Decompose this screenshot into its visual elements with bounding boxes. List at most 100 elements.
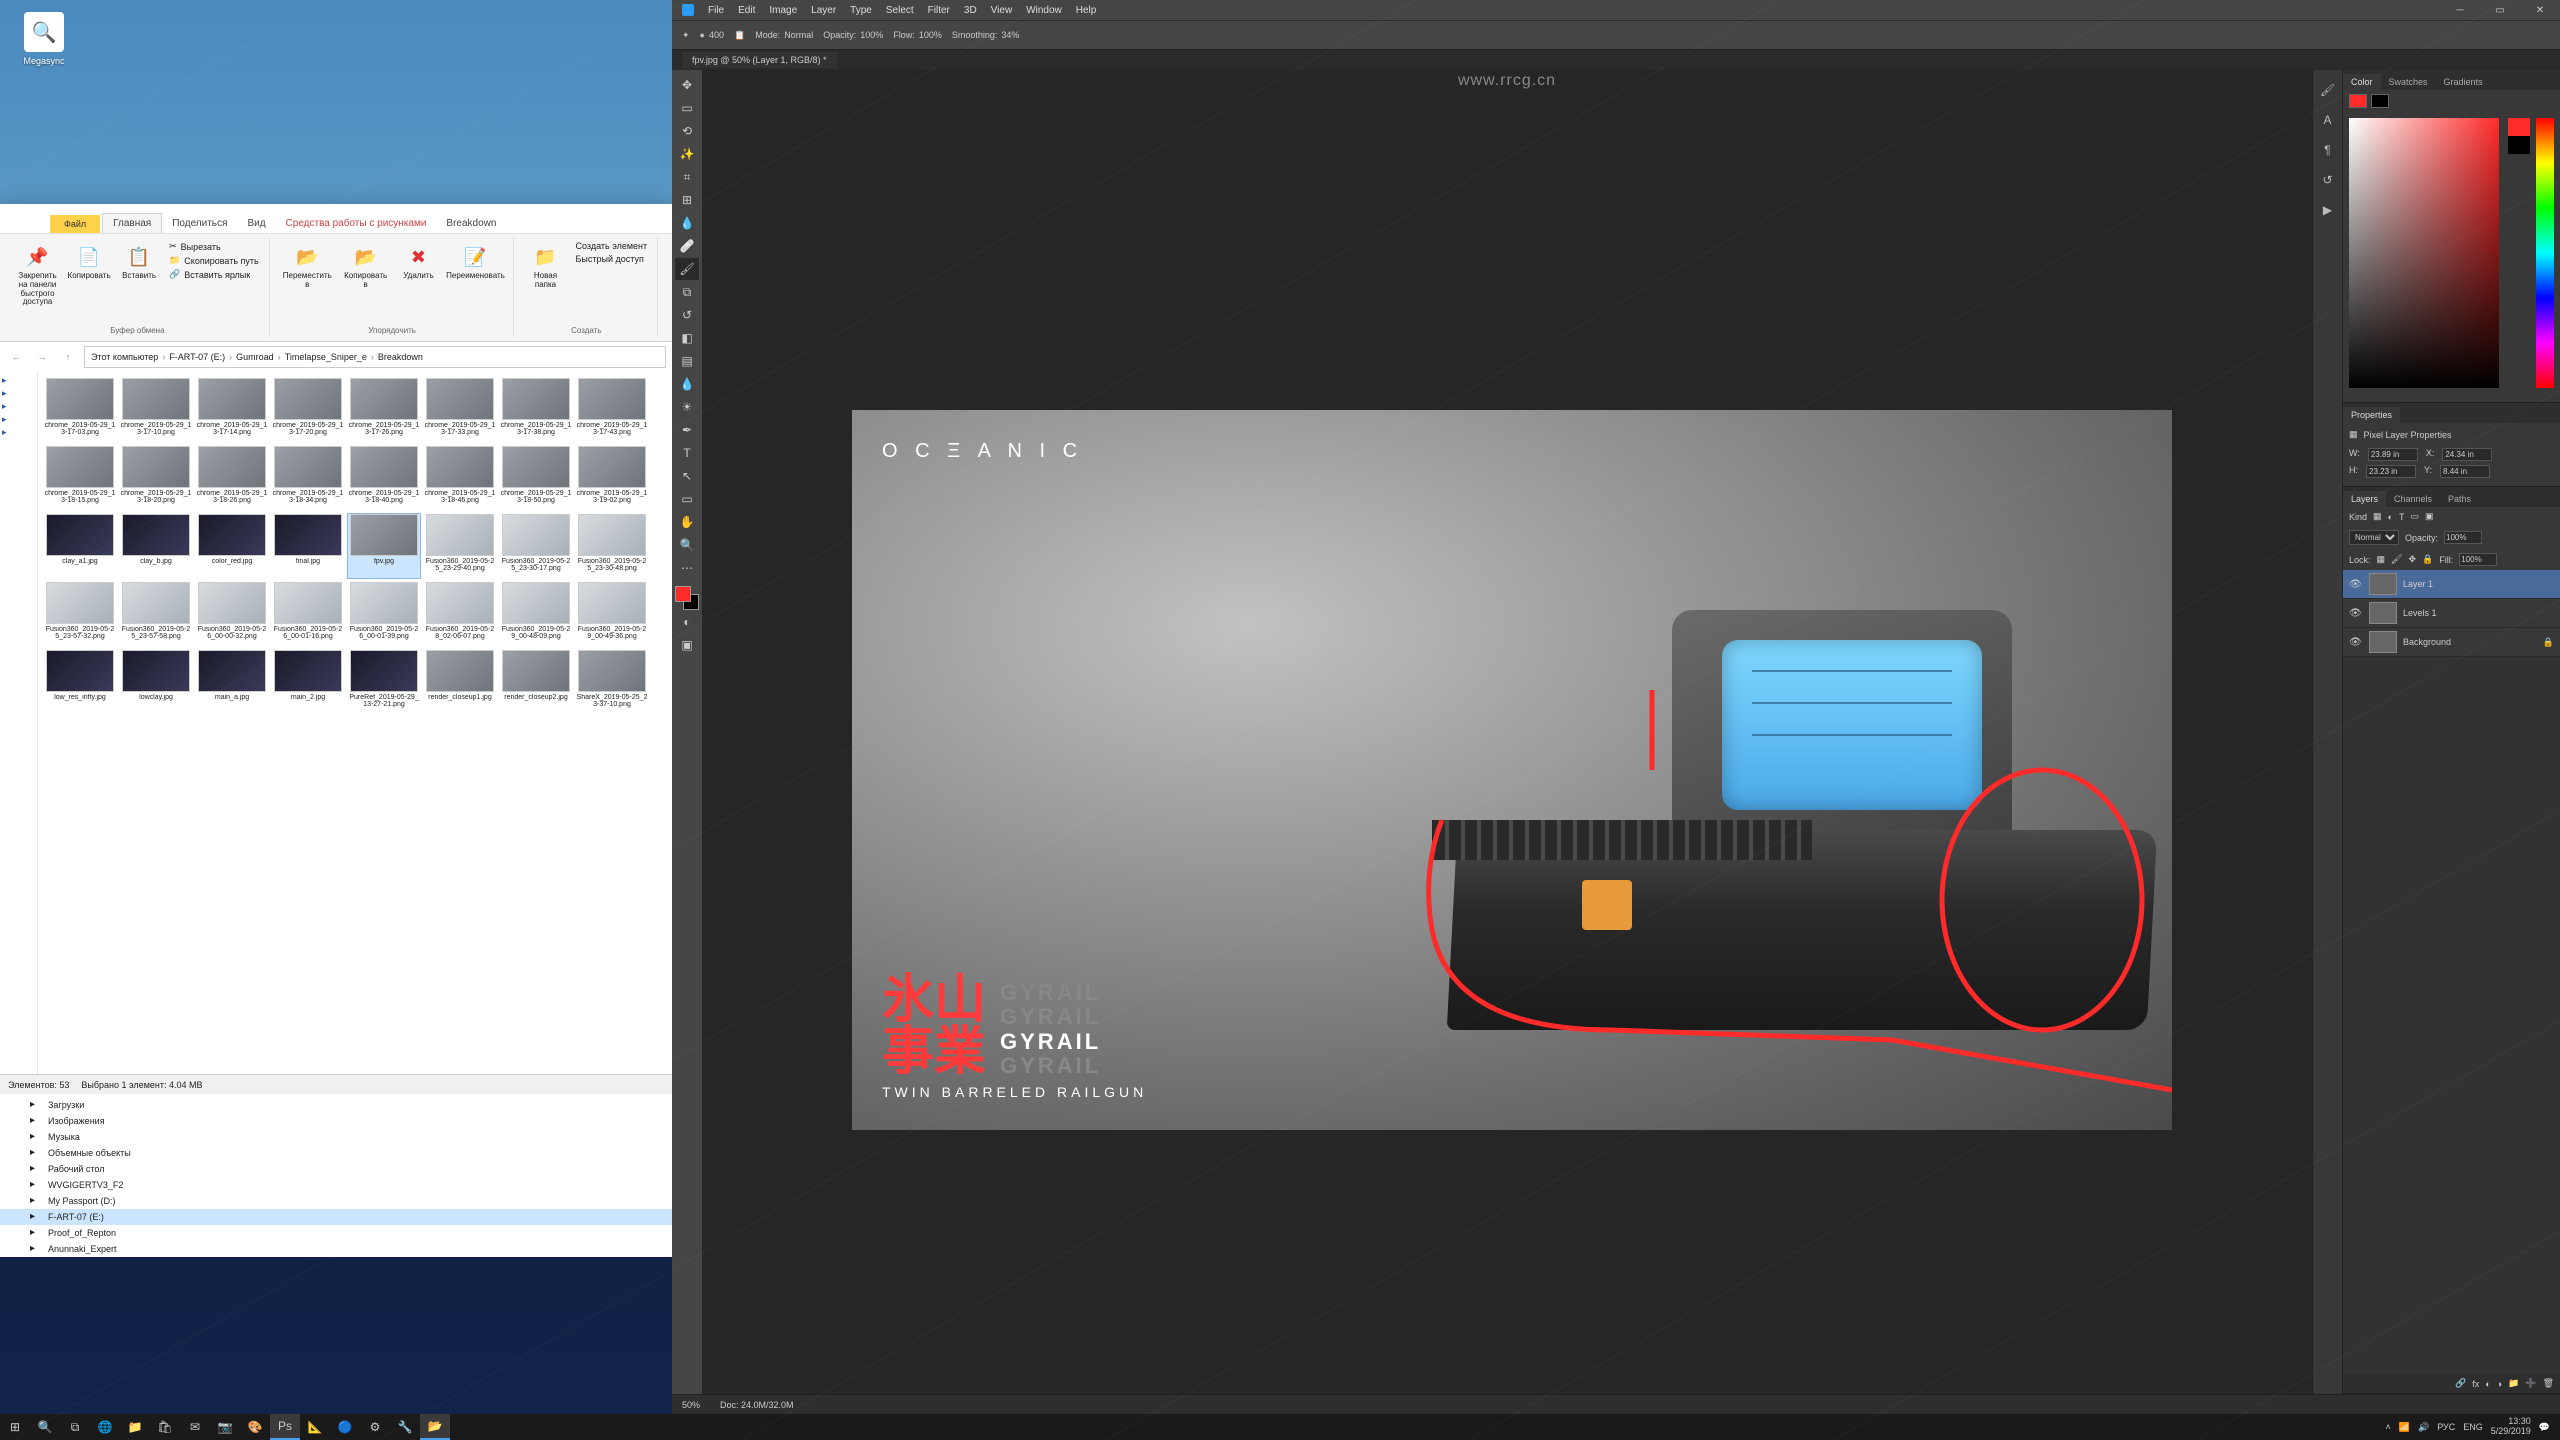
crumb-folder3[interactable]: Breakdown: [378, 352, 423, 362]
taskview-button[interactable]: ⧉: [60, 1414, 90, 1440]
tb-explorer-open[interactable]: 📂: [420, 1414, 450, 1440]
copy-to-button[interactable]: 📂Копировать в: [339, 240, 393, 294]
file-thumb[interactable]: clay_a1.jpg: [44, 514, 116, 578]
lock-trans-icon[interactable]: ▦: [2377, 554, 2386, 565]
color-swatches[interactable]: [675, 586, 699, 610]
layer-blend-select[interactable]: Normal: [2349, 530, 2399, 545]
menu-file[interactable]: File: [708, 5, 724, 16]
stamp-tool[interactable]: ⧉: [675, 281, 699, 303]
easy-access-button[interactable]: Быстрый доступ: [572, 253, 652, 265]
file-thumb[interactable]: chrome_2019-05-29_13-17-20.png: [272, 378, 344, 442]
tray-lang2[interactable]: ENG: [2463, 1422, 2483, 1432]
file-thumb[interactable]: chrome_2019-05-29_13-17-33.png: [424, 378, 496, 442]
file-thumb[interactable]: chrome_2019-05-29_13-17-03.png: [44, 378, 116, 442]
file-thumb[interactable]: Fusion360_2019-05-26_00-01-16.png: [272, 582, 344, 646]
file-thumb[interactable]: PureRef_2019-05-29_13-27-21.png: [348, 650, 420, 714]
new-item-button[interactable]: Создать элемент: [572, 240, 652, 252]
menu-edit[interactable]: Edit: [738, 5, 755, 16]
file-thumb[interactable]: Fusion360_2019-05-29_00-48-09.png: [500, 582, 572, 646]
lasso-tool[interactable]: ⟲: [675, 120, 699, 142]
crumb-folder1[interactable]: Gumroad: [236, 352, 274, 362]
file-thumb[interactable]: Fusion360_2019-05-26_00-01-39.png: [348, 582, 420, 646]
file-thumb[interactable]: low_res_infty.jpg: [44, 650, 116, 714]
tb-app5[interactable]: ⚙: [360, 1414, 390, 1440]
hue-slider[interactable]: [2536, 118, 2554, 388]
layer-row[interactable]: 👁Background🔒: [2343, 628, 2560, 657]
file-grid[interactable]: chrome_2019-05-29_13-17-03.png chrome_201…: [38, 372, 672, 1074]
copy-path-button[interactable]: 📁Скопировать путь: [165, 254, 263, 267]
nav-tree[interactable]: ▸Документы▸Загрузки▸Изображения▸Музыка▸О…: [0, 1080, 672, 1257]
color-picker[interactable]: [2343, 112, 2560, 402]
pin-button[interactable]: 📌Закрепить на панели быстрого доступа: [12, 240, 63, 311]
new-layer-icon[interactable]: ➕: [2525, 1378, 2536, 1389]
tab-layers[interactable]: Layers: [2343, 491, 2386, 507]
tab-properties[interactable]: Properties: [2343, 407, 2400, 423]
tree-node[interactable]: ▸WVGIGERTV3_F2: [0, 1177, 672, 1193]
rectangle-tool[interactable]: ▭: [675, 488, 699, 510]
new-folder-button[interactable]: 📁Новая папка: [522, 240, 570, 294]
tool-preset-icon[interactable]: ✦: [682, 30, 690, 41]
tab-picture-tools[interactable]: Средства работы с рисунками: [276, 214, 437, 233]
file-thumb[interactable]: Fusion360_2019-05-25_23-29-40.png: [424, 514, 496, 578]
file-thumb[interactable]: clay_b.jpg: [120, 514, 192, 578]
tree-node[interactable]: ▸Рабочий стол: [0, 1161, 672, 1177]
filter-adjust-icon[interactable]: ◐: [2388, 512, 2393, 522]
tree-node[interactable]: ▸Anunnaki_Expert: [0, 1241, 672, 1257]
file-thumb[interactable]: chrome_2019-05-29_13-17-43.png: [576, 378, 648, 442]
canvas-area[interactable]: www.rrcg.cn O C Ξ A N I C: [702, 70, 2312, 1394]
layer-fx-icon[interactable]: fx: [2472, 1379, 2479, 1389]
brush-preset[interactable]: ● 400: [700, 30, 724, 40]
tree-node[interactable]: ▸Загрузки: [0, 1097, 672, 1113]
frame-tool[interactable]: ⊞: [675, 189, 699, 211]
screenmode-toggle[interactable]: ▣: [675, 634, 699, 656]
tb-explorer[interactable]: 📁: [120, 1414, 150, 1440]
tree-node[interactable]: ▸Изображения: [0, 1113, 672, 1129]
lock-all-icon[interactable]: 🔒: [2422, 554, 2433, 565]
link-layers-icon[interactable]: 🔗: [2455, 1378, 2466, 1389]
tab-swatches[interactable]: Swatches: [2381, 74, 2436, 90]
file-thumb[interactable]: chrome_2019-05-29_13-17-26.png: [348, 378, 420, 442]
visibility-icon[interactable]: 👁: [2349, 637, 2363, 648]
tb-app4[interactable]: 🔵: [330, 1414, 360, 1440]
tab-color[interactable]: Color: [2343, 74, 2381, 90]
maximize-button[interactable]: ▭: [2480, 0, 2520, 20]
tab-home[interactable]: Главная: [102, 213, 162, 233]
tray-volume-icon[interactable]: 🔊: [2418, 1422, 2429, 1433]
file-thumb[interactable]: Fusion360_2019-05-25_23-57-32.png: [44, 582, 116, 646]
prop-y-input[interactable]: [2440, 465, 2490, 478]
tree-node[interactable]: ▸F-ART-07 (E:): [0, 1209, 672, 1225]
gradient-tool[interactable]: ▤: [675, 350, 699, 372]
tray-lang[interactable]: РУС: [2437, 1422, 2455, 1432]
visibility-icon[interactable]: 👁: [2349, 579, 2363, 590]
crumb-pc[interactable]: Этот компьютер: [91, 352, 158, 362]
new-group-icon[interactable]: 📁: [2508, 1378, 2519, 1389]
rail-char-icon[interactable]: A: [2318, 110, 2338, 130]
pen-tool[interactable]: ✒: [675, 419, 699, 441]
rail-brushes-icon[interactable]: 🖌: [2318, 80, 2338, 100]
layer-mask-icon[interactable]: ◐: [2485, 1379, 2490, 1389]
healing-tool[interactable]: 🩹: [675, 235, 699, 257]
rail-para-icon[interactable]: ¶: [2318, 140, 2338, 160]
tab-breakdown[interactable]: Breakdown: [436, 214, 506, 233]
tree-node[interactable]: ▸My Passport (D:): [0, 1193, 672, 1209]
prop-x-input[interactable]: [2442, 448, 2492, 461]
file-thumb[interactable]: Fusion360_2019-05-28_02-06-07.png: [424, 582, 496, 646]
wand-tool[interactable]: ✨: [675, 143, 699, 165]
start-button[interactable]: ⊞: [0, 1414, 30, 1440]
file-thumb[interactable]: main_a.jpg: [196, 650, 268, 714]
flow-input[interactable]: 100%: [919, 30, 942, 40]
menu-3d[interactable]: 3D: [964, 5, 977, 16]
layer-row[interactable]: 👁Layer 1: [2343, 570, 2560, 599]
lock-pixel-icon[interactable]: 🖌: [2391, 554, 2402, 565]
delete-layer-icon[interactable]: 🗑: [2543, 1378, 2554, 1389]
explorer-titlebar[interactable]: [0, 204, 672, 212]
brush-panel-icon[interactable]: 📋: [734, 30, 745, 41]
file-thumb[interactable]: lowclay.jpg: [120, 650, 192, 714]
filter-smart-icon[interactable]: ▣: [2425, 511, 2434, 522]
layer-row[interactable]: 👁Levels 1: [2343, 599, 2560, 628]
marquee-tool[interactable]: ▭: [675, 97, 699, 119]
file-thumb[interactable]: ShareX_2019-05-25_23-37-10.png: [576, 650, 648, 714]
minimize-button[interactable]: ─: [2440, 0, 2480, 20]
document-canvas[interactable]: O C Ξ A N I C: [852, 410, 2172, 1130]
explorer-sidebar-collapsed[interactable]: ▸▸▸▸▸: [0, 372, 38, 1074]
